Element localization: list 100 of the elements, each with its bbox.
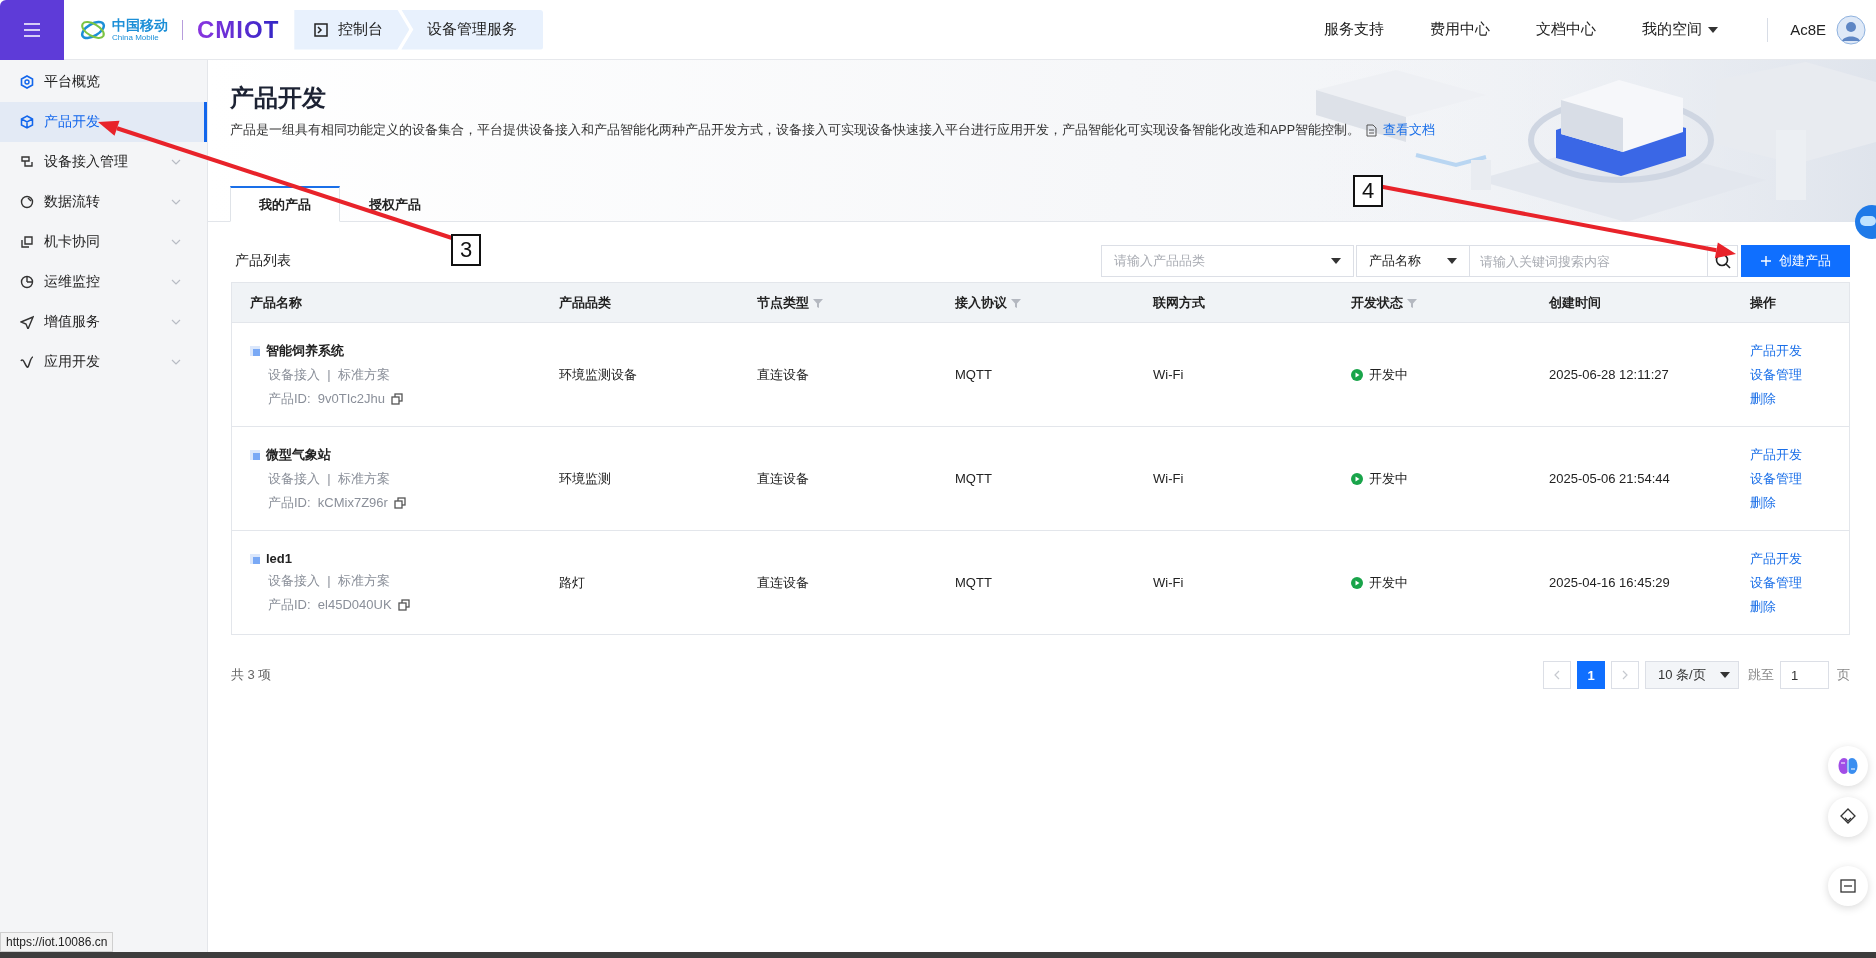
nav-link[interactable]: 费用中心 <box>1407 20 1514 39</box>
nav-link[interactable]: 服务支持 <box>1301 20 1408 39</box>
product-name[interactable]: 微型气象站 <box>266 445 331 464</box>
chevron-left-icon <box>1553 670 1561 680</box>
search-icon <box>1714 253 1731 269</box>
column-header[interactable]: 产品品类 <box>559 294 611 312</box>
total-count: 共 3 项 <box>231 666 273 684</box>
product-id: 产品ID: el45D040UK <box>268 596 392 614</box>
product-name[interactable]: led1 <box>266 551 292 566</box>
create-product-button[interactable]: 创建产品 <box>1741 245 1850 277</box>
page-suffix: 页 <box>1837 666 1850 684</box>
status-text: 开发中 <box>1369 365 1408 384</box>
breadcrumb-item[interactable]: 控制台 <box>294 9 410 50</box>
brain-icon <box>1838 757 1858 775</box>
table-cell: MQTT <box>955 471 992 486</box>
page-title: 产品开发 <box>230 83 326 113</box>
brand-subtitle: China Mobile <box>112 33 160 42</box>
list-title: 产品列表 <box>235 252 292 270</box>
sidebar-item[interactable]: 应用开发 <box>0 342 207 382</box>
sidebar-item[interactable]: 产品开发 <box>0 102 207 142</box>
product-id: 产品ID: 9v0TIc2Jhu <box>268 389 386 408</box>
page-size-select[interactable]: 10 条/页 <box>1645 661 1739 689</box>
action-link[interactable]: 删除 <box>1750 389 1776 408</box>
search-field[interactable]: 请输入关键词搜索内容 <box>1470 245 1708 277</box>
table-cell: 2025-05-06 21:54:44 <box>1549 471 1670 486</box>
menu-icon <box>24 22 40 37</box>
menu-button[interactable] <box>0 0 64 60</box>
caret-down-icon <box>1708 26 1719 33</box>
caret-down-icon <box>1720 672 1730 678</box>
table-cell: 2025-04-16 16:45:29 <box>1549 575 1670 590</box>
table-cell: MQTT <box>955 367 992 382</box>
sidebar-item[interactable]: 运维监控 <box>0 262 207 302</box>
field-select[interactable]: 产品名称 <box>1356 245 1470 277</box>
chevron-right-icon <box>1621 670 1629 680</box>
tab[interactable]: 我的产品 <box>230 186 340 222</box>
nav-link[interactable]: 文档中心 <box>1513 20 1620 39</box>
table-cell: 环境监测 <box>559 470 611 486</box>
sidebar-item[interactable]: 数据流转 <box>0 182 207 222</box>
console-icon <box>314 22 329 37</box>
action-link[interactable]: 设备管理 <box>1750 469 1802 488</box>
page-description: 产品是一组具有相同功能定义的设备集合，平台提供设备接入和产品智能化两种产品开发方式，设备接入可实现设备快速接入平台进行应用开发，产品智能化可实现设备智能化改造和APP智能控制。 <box>230 122 1360 139</box>
caret-down-icon <box>1331 258 1341 264</box>
product-icon <box>250 553 260 564</box>
nav-link[interactable]: 我的空间 <box>1619 20 1742 39</box>
table-cell: Wi-Fi <box>1153 367 1184 382</box>
table-cell: 路灯 <box>559 574 585 590</box>
column-header[interactable]: 联网方式 <box>1153 294 1205 312</box>
avatar-icon[interactable] <box>1836 14 1866 45</box>
docs-link[interactable]: 查看文档 <box>1383 122 1435 139</box>
action-link[interactable]: 产品开发 <box>1750 549 1802 568</box>
action-link[interactable]: 删除 <box>1750 493 1776 512</box>
action-link[interactable]: 设备管理 <box>1750 365 1802 384</box>
play-status-icon <box>1351 576 1363 589</box>
column-header[interactable]: 节点类型 <box>757 294 823 312</box>
table-cell: 直连设备 <box>757 470 809 486</box>
callout-number: 4 <box>1353 175 1383 207</box>
action-link[interactable]: 删除 <box>1750 597 1776 616</box>
product-icon <box>250 345 260 356</box>
column-header[interactable]: 开发状态 <box>1351 294 1417 312</box>
copy-icon[interactable] <box>391 392 404 405</box>
product-icon <box>250 449 260 460</box>
cube-icon <box>20 115 34 129</box>
table-cell: Wi-Fi <box>1153 471 1184 486</box>
copy-icon[interactable] <box>397 599 410 611</box>
status-text: 开发中 <box>1369 469 1408 488</box>
status-text: 开发中 <box>1369 573 1408 592</box>
document-icon <box>1366 124 1377 137</box>
page-button[interactable]: 1 <box>1577 661 1605 689</box>
card-icon <box>20 235 34 249</box>
sidebar-item[interactable]: 机卡协同 <box>0 222 207 262</box>
product-meta: 设备接入 | 标准方案 <box>268 469 391 488</box>
table-cell: MQTT <box>955 575 992 590</box>
breadcrumb-item[interactable]: 设备管理服务 <box>401 9 544 50</box>
play-status-icon <box>1351 368 1363 381</box>
action-link[interactable]: 产品开发 <box>1750 341 1802 360</box>
sidebar-item[interactable]: 平台概览 <box>0 62 207 102</box>
product-id: 产品ID: kCMix7Z96r <box>268 493 388 512</box>
jump-label: 跳至 <box>1748 666 1774 684</box>
tab[interactable]: 授权产品 <box>340 186 450 222</box>
status-url: https://iot.10086.cn <box>6 935 108 949</box>
column-header[interactable]: 创建时间 <box>1549 294 1601 312</box>
table-cell: 2025-06-28 12:11:27 <box>1549 367 1669 382</box>
play-status-icon <box>1351 472 1363 485</box>
table-cell: Wi-Fi <box>1153 575 1184 590</box>
page-jump-field[interactable]: 1 <box>1780 661 1829 689</box>
table-cell: 环境监测设备 <box>559 366 637 382</box>
overview-icon <box>20 75 34 89</box>
product-meta: 设备接入 | 标准方案 <box>268 365 391 384</box>
product-name[interactable]: 智能饲养系统 <box>266 341 344 360</box>
column-header[interactable]: 产品名称 <box>250 294 302 312</box>
sidebar-item[interactable]: 增值服务 <box>0 302 207 342</box>
column-header[interactable]: 接入协议 <box>955 294 1021 312</box>
copy-icon[interactable] <box>393 496 406 509</box>
brand-name: 中国移动 <box>112 17 168 32</box>
column-header[interactable]: 操作 <box>1750 294 1776 312</box>
sidebar-item[interactable]: 设备接入管理 <box>0 142 207 182</box>
minus-square-icon <box>1840 879 1856 893</box>
user-name[interactable]: Ac8E <box>1790 21 1826 38</box>
action-link[interactable]: 设备管理 <box>1750 573 1802 592</box>
action-link[interactable]: 产品开发 <box>1750 445 1802 464</box>
